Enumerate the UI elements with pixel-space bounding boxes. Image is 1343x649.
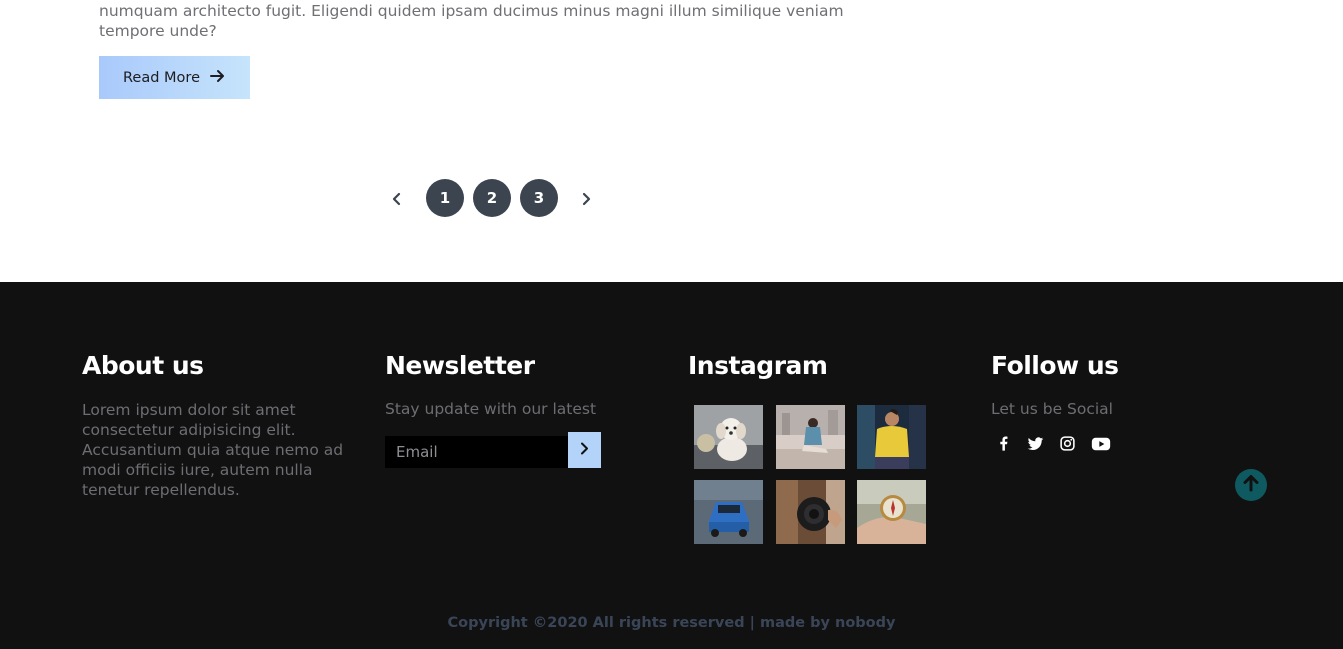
chevron-left-icon[interactable] — [385, 179, 409, 218]
page-1-button[interactable]: 1 — [426, 179, 464, 217]
follow-title: Follow us — [991, 351, 1119, 380]
instagram-icon[interactable] — [1058, 434, 1077, 453]
man-yellow-sweater-photo[interactable] — [857, 405, 926, 469]
compass-photo[interactable] — [857, 480, 926, 544]
blue-car-photo[interactable] — [694, 480, 763, 544]
copyright-text: Copyright ©2020 All rights reserved | ma… — [447, 615, 896, 631]
about-title: About us — [82, 351, 204, 380]
facebook-icon[interactable] — [994, 434, 1013, 453]
follow-text: Let us be Social — [991, 400, 1113, 418]
chevron-right-icon[interactable] — [574, 179, 598, 218]
read-more-button[interactable]: Read More — [99, 56, 250, 99]
page-3-button[interactable]: 3 — [520, 179, 558, 217]
page-2-button[interactable]: 2 — [473, 179, 511, 217]
newsletter-form — [385, 432, 601, 468]
twitter-icon[interactable] — [1026, 434, 1045, 453]
email-input[interactable] — [385, 436, 568, 468]
article-section: numquam architecto fugit. Eligendi quide… — [0, 0, 1343, 282]
about-text: Lorem ipsum dolor sit amet consectetur a… — [82, 401, 344, 499]
social-links — [994, 434, 1112, 453]
article-excerpt: numquam architecto fugit. Eligendi quide… — [99, 2, 844, 40]
scroll-to-top-button[interactable] — [1235, 469, 1267, 501]
read-more-label: Read More — [123, 69, 200, 86]
newsletter-submit-button[interactable] — [568, 432, 601, 468]
dog-photo[interactable] — [694, 405, 763, 469]
youtube-icon[interactable] — [1090, 434, 1112, 453]
instagram-grid — [694, 405, 926, 544]
woman-sitting-photo[interactable] — [776, 405, 845, 469]
camera-photo[interactable] — [776, 480, 845, 544]
newsletter-title: Newsletter — [385, 351, 535, 380]
newsletter-text: Stay update with our latest — [385, 400, 597, 418]
chevron-right-icon — [578, 442, 591, 458]
instagram-title: Instagram — [688, 351, 828, 380]
arrow-up-icon — [1240, 472, 1262, 498]
site-footer: About us Lorem ipsum dolor sit amet cons… — [0, 282, 1343, 649]
arrow-right-icon — [210, 68, 226, 88]
